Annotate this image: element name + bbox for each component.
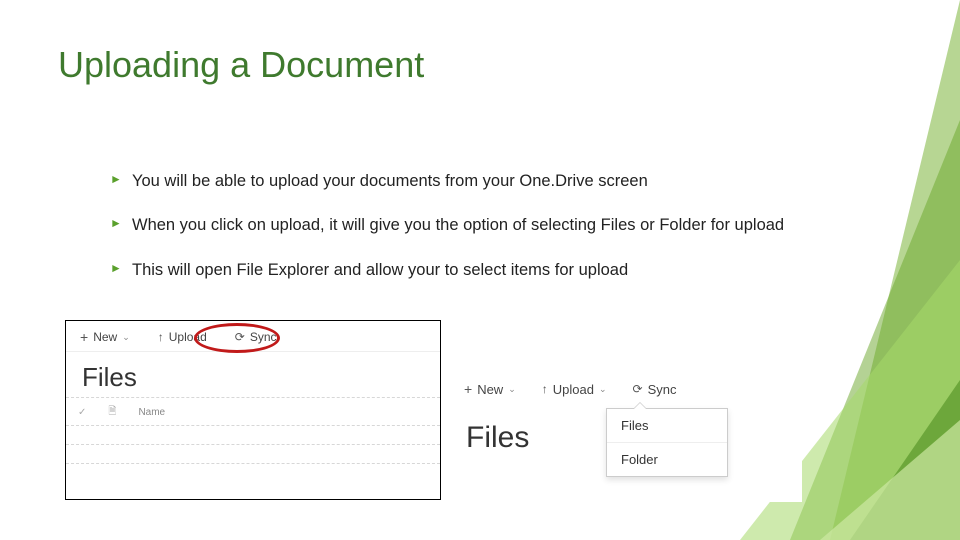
bullet-item: When you click on upload, it will give y… xyxy=(132,214,832,236)
upload-button[interactable]: ↑ Upload xyxy=(158,330,207,344)
slide-title: Uploading a Document xyxy=(58,44,424,86)
upload-button[interactable]: ↑ Upload ⌄ xyxy=(542,382,607,397)
sync-icon: ⟳ xyxy=(235,330,245,344)
chevron-down-icon: ⌄ xyxy=(508,384,516,395)
toolbar: + New ⌄ ↑ Upload ⌄ ⟳ Sync xyxy=(450,374,802,403)
empty-row xyxy=(66,445,440,464)
bullet-item: You will be able to upload your document… xyxy=(132,170,832,192)
toolbar: + New ⌄ ↑ Upload ⟳ Sync xyxy=(66,321,440,352)
chevron-down-icon: ⌄ xyxy=(599,384,607,395)
upload-label: Upload xyxy=(553,382,594,397)
upload-label: Upload xyxy=(169,330,207,344)
sync-label: Sync xyxy=(648,382,677,397)
sync-label: Sync xyxy=(250,330,277,344)
plus-icon: + xyxy=(80,329,88,345)
screenshot-upload-dropdown: + New ⌄ ↑ Upload ⌄ ⟳ Sync Files Files Fo… xyxy=(450,374,802,502)
new-button[interactable]: + New ⌄ xyxy=(80,329,130,345)
dropdown-item-folder[interactable]: Folder xyxy=(607,443,727,476)
files-heading: Files xyxy=(66,352,440,397)
plus-icon: + xyxy=(464,381,472,397)
upload-dropdown-menu: Files Folder xyxy=(606,408,728,477)
chevron-down-icon: ⌄ xyxy=(122,332,130,343)
sync-button[interactable]: ⟳ Sync xyxy=(633,382,677,397)
dropdown-item-files[interactable]: Files xyxy=(607,409,727,443)
new-label: New xyxy=(477,382,503,397)
doc-icon: 🗎 xyxy=(108,404,116,421)
empty-row xyxy=(66,426,440,445)
bullet-list: You will be able to upload your document… xyxy=(92,170,832,303)
new-label: New xyxy=(93,330,117,344)
bullet-item: This will open File Explorer and allow y… xyxy=(132,259,832,281)
sync-button[interactable]: ⟳ Sync xyxy=(235,330,277,344)
name-column: Name xyxy=(138,407,165,418)
upload-icon: ↑ xyxy=(158,330,164,344)
new-button[interactable]: + New ⌄ xyxy=(464,381,516,397)
screenshot-onedrive-toolbar: + New ⌄ ↑ Upload ⟳ Sync Files ✓ 🗎 Name xyxy=(65,320,441,500)
sync-icon: ⟳ xyxy=(633,382,643,396)
upload-icon: ↑ xyxy=(542,382,548,396)
column-header-row: ✓ 🗎 Name xyxy=(66,397,440,426)
check-icon: ✓ xyxy=(78,407,86,418)
